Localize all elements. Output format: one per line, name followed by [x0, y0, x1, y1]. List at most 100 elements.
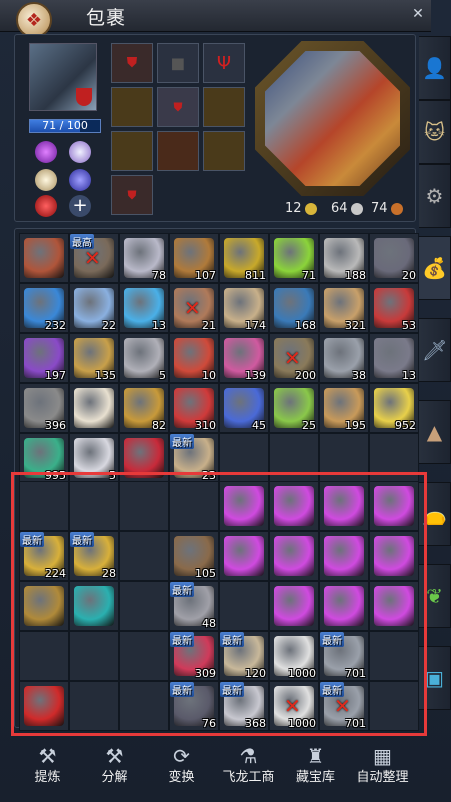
character-tab-icon[interactable]: 👤	[419, 36, 451, 100]
equip-slot-belt[interactable]	[203, 131, 245, 171]
inventory-slot[interactable]: 最新 76	[169, 681, 219, 731]
inventory-slot[interactable]: 最新 701	[319, 631, 369, 681]
inventory-slot[interactable]	[319, 581, 369, 631]
inventory-slot[interactable]: 174	[219, 283, 269, 333]
inventory-slot[interactable]	[19, 581, 69, 631]
inventory-slot[interactable]	[319, 531, 369, 581]
inventory-slot[interactable]	[319, 433, 369, 483]
inventory-slot[interactable]: 197	[19, 333, 69, 383]
inventory-slot[interactable]	[219, 581, 269, 631]
pouch-tab-icon[interactable]: 👝	[419, 482, 451, 546]
inventory-slot[interactable]: 38	[319, 333, 369, 383]
inventory-slot[interactable]: 10	[169, 333, 219, 383]
inventory-slot[interactable]	[119, 433, 169, 483]
inventory-slot[interactable]	[269, 531, 319, 581]
inventory-slot[interactable]: 5	[69, 433, 119, 483]
equip-slot-armor[interactable]	[111, 87, 153, 127]
inventory-slot[interactable]: 1000	[269, 631, 319, 681]
inventory-slot[interactable]	[269, 581, 319, 631]
inventory-slot[interactable]: 5	[119, 333, 169, 383]
equip-slot-helmet[interactable]: ◼	[157, 43, 199, 83]
inventory-slot[interactable]	[319, 481, 369, 531]
inventory-slot[interactable]	[269, 433, 319, 483]
equip-slot-gloves[interactable]	[203, 87, 245, 127]
inventory-slot[interactable]: ✕ 1000	[269, 681, 319, 731]
equip-slot-weapon[interactable]: ⛊	[111, 43, 153, 83]
inventory-slot[interactable]	[69, 631, 119, 681]
inventory-slot[interactable]	[69, 383, 119, 433]
inventory-slot[interactable]	[369, 481, 419, 531]
inventory-slot[interactable]	[369, 581, 419, 631]
inventory-slot[interactable]: 最新 23	[169, 433, 219, 483]
inventory-slot[interactable]	[19, 631, 69, 681]
inventory-slot[interactable]: 最新 309	[169, 631, 219, 681]
inventory-slot[interactable]: 188	[319, 233, 369, 283]
inventory-slot[interactable]	[69, 581, 119, 631]
inventory-slot[interactable]: 168	[269, 283, 319, 333]
inventory-slot[interactable]: 最新 224	[19, 531, 69, 581]
inventory-slot[interactable]: 最新 28	[69, 531, 119, 581]
inventory-slot[interactable]	[69, 481, 119, 531]
toolbar-button[interactable]: ⟳ 变换	[148, 738, 215, 798]
add-gem-icon[interactable]: +	[69, 195, 91, 217]
toolbar-button[interactable]: ⚒ 提炼	[14, 738, 81, 798]
inventory-slot[interactable]: 最新 120	[219, 631, 269, 681]
gem-slot-icon[interactable]	[69, 141, 91, 163]
inventory-slot[interactable]: 13	[369, 333, 419, 383]
sword-tab-icon[interactable]: 🗡	[419, 318, 451, 382]
inventory-slot[interactable]: 195	[319, 383, 369, 433]
inventory-slot[interactable]: 最新 48	[169, 581, 219, 631]
toolbar-button[interactable]: ▦ 自动整理	[349, 738, 416, 798]
inventory-slot[interactable]: ✕ 21	[169, 283, 219, 333]
gem-slot-icon[interactable]	[69, 169, 91, 191]
inventory-slot[interactable]: 71	[269, 233, 319, 283]
inventory-slot[interactable]: 20	[369, 233, 419, 283]
inventory-slot[interactable]: ✕ 最新 701	[319, 681, 369, 731]
inventory-slot[interactable]	[369, 681, 419, 731]
inventory-slot[interactable]	[369, 433, 419, 483]
character-portrait[interactable]	[29, 43, 97, 111]
toolbar-button[interactable]: ⚒ 分解	[81, 738, 148, 798]
inventory-slot[interactable]	[219, 531, 269, 581]
inventory-slot[interactable]	[369, 631, 419, 681]
inventory-slot[interactable]	[119, 631, 169, 681]
inventory-slot[interactable]: 82	[119, 383, 169, 433]
inventory-slot[interactable]: ✕ 200	[269, 333, 319, 383]
inventory-slot[interactable]	[19, 481, 69, 531]
inventory-slot[interactable]: 310	[169, 383, 219, 433]
pet-tab-icon[interactable]: 🐱	[419, 100, 451, 164]
inventory-slot[interactable]	[19, 681, 69, 731]
bag-tab-icon[interactable]: 💰	[419, 236, 451, 300]
title-bar[interactable]: ❖ 包裹 ✕	[0, 0, 431, 38]
inventory-slot[interactable]: 最新 368	[219, 681, 269, 731]
inventory-slot[interactable]: ✕ 最高	[69, 233, 119, 283]
inventory-slot[interactable]: 105	[169, 531, 219, 581]
equip-slot-wings[interactable]: ⛊	[157, 87, 199, 127]
inventory-slot[interactable]: 811	[219, 233, 269, 283]
toolbar-button[interactable]: ⚗ 飞龙工商	[215, 738, 282, 798]
inventory-slot[interactable]	[169, 481, 219, 531]
inventory-slot[interactable]	[69, 681, 119, 731]
inventory-slot[interactable]	[219, 481, 269, 531]
character-medallion[interactable]	[255, 41, 410, 196]
inventory-slot[interactable]: 25	[269, 383, 319, 433]
inventory-slot[interactable]: 107	[169, 233, 219, 283]
equip-slot-accessory[interactable]: ⛊	[111, 175, 153, 215]
inventory-slot[interactable]: 53	[369, 283, 419, 333]
gem-slot-icon[interactable]	[35, 169, 57, 191]
inventory-slot[interactable]: 321	[319, 283, 369, 333]
close-icon[interactable]: ✕	[407, 6, 429, 26]
inventory-slot[interactable]: 135	[69, 333, 119, 383]
inventory-slot[interactable]	[119, 681, 169, 731]
inventory-slot[interactable]: 232	[19, 283, 69, 333]
leaf-tab-icon[interactable]: ❦	[419, 564, 451, 628]
inventory-slot[interactable]: 45	[219, 383, 269, 433]
inventory-slot[interactable]	[119, 531, 169, 581]
inventory-slot[interactable]: 22	[69, 283, 119, 333]
inventory-slot[interactable]	[369, 531, 419, 581]
inventory-slot[interactable]: 952	[369, 383, 419, 433]
gem-slot-icon[interactable]	[35, 141, 57, 163]
equip-slot-horns[interactable]: Ψ	[203, 43, 245, 83]
box-tab-icon[interactable]: ▣	[419, 646, 451, 710]
equip-slot-ring[interactable]	[111, 131, 153, 171]
